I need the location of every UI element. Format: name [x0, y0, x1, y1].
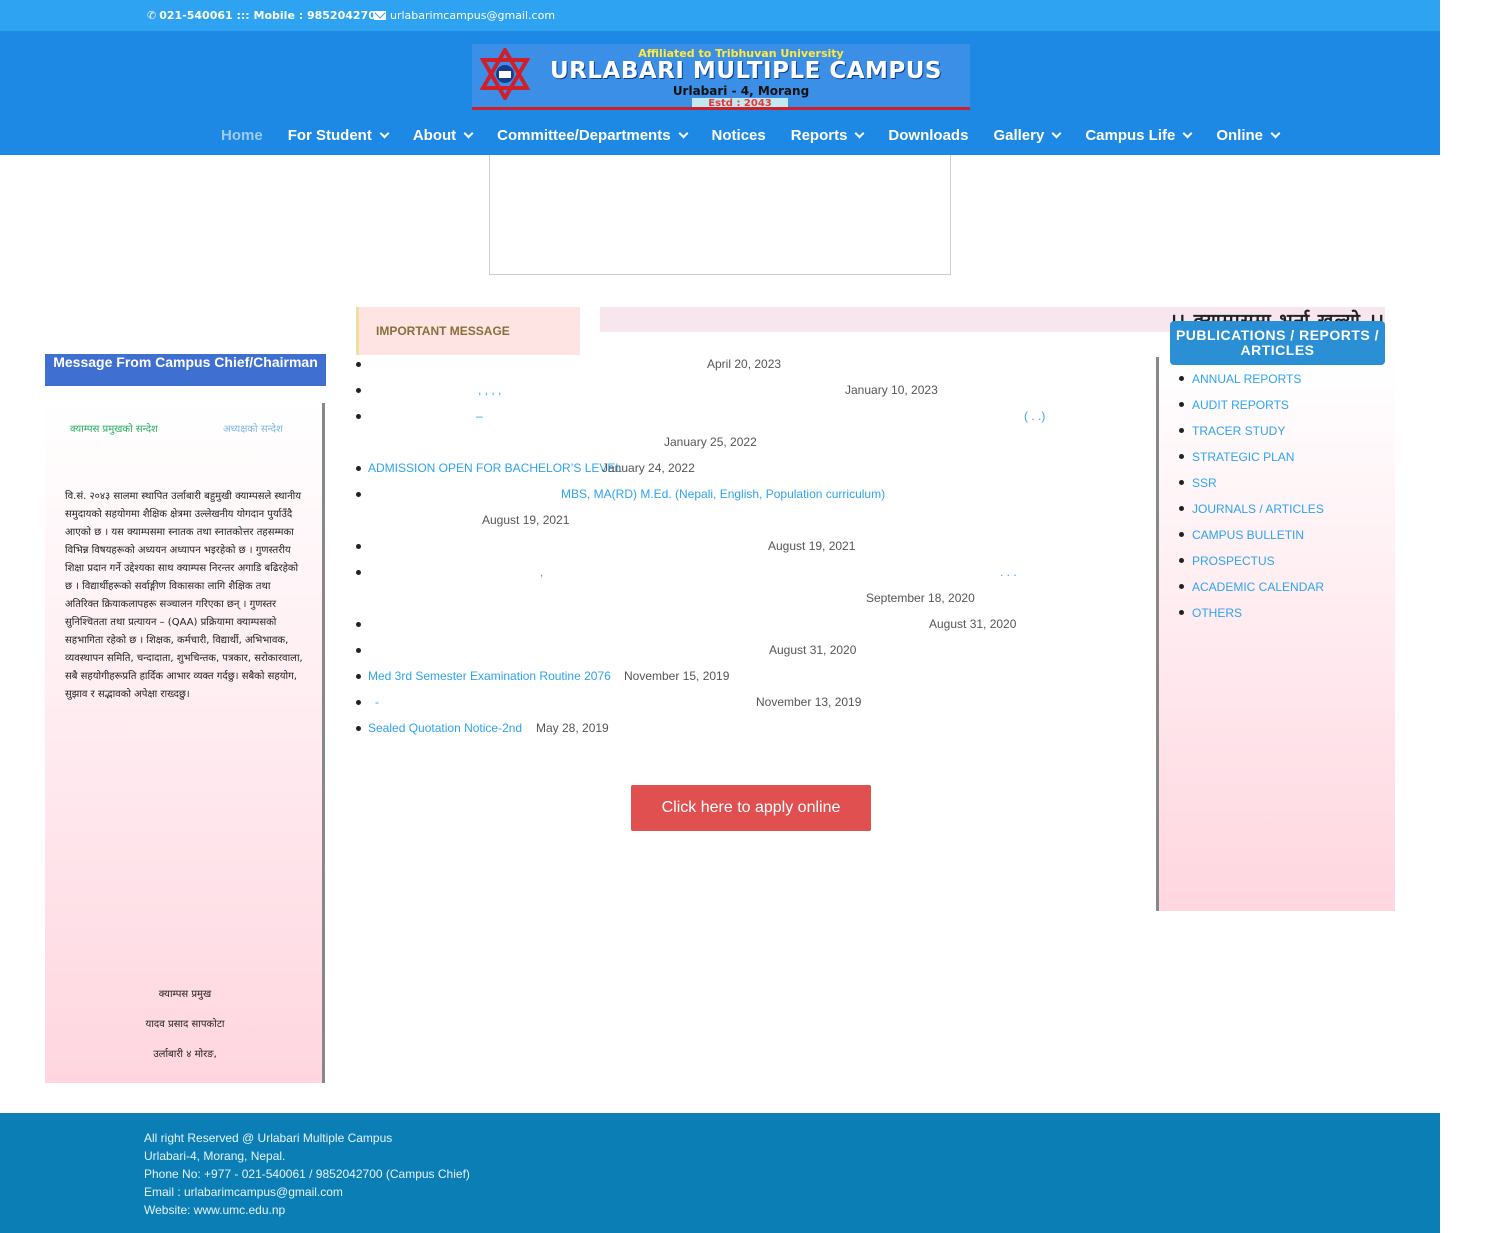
bullet-icon	[356, 622, 361, 627]
chevron-down-icon	[1182, 128, 1193, 139]
bullet-icon	[356, 388, 361, 393]
nav-campus-life[interactable]: Campus Life	[1085, 127, 1193, 144]
notice-link[interactable]: . . .	[1000, 561, 1017, 583]
notice-date: November 13, 2019	[756, 695, 862, 709]
site-footer: All right Reserved @ Urlabari Multiple C…	[0, 1113, 1440, 1233]
site-header: Affiliated to Tribhuvan University URLAB…	[0, 31, 1440, 155]
notice-date: January 24, 2022	[602, 461, 695, 475]
bullet-icon	[356, 414, 361, 419]
publication-item[interactable]: CAMPUS BULLETIN	[1178, 522, 1324, 548]
bullet-icon	[356, 674, 361, 679]
logo-name: URLABARI MULTIPLE CAMPUS	[549, 58, 942, 84]
top-email-text[interactable]: urlabarimcampus@gmail.com	[390, 9, 555, 22]
notice-link[interactable]: ( . .)	[1024, 405, 1045, 427]
notice-date: August 31, 2020	[769, 643, 857, 657]
top-phone-text: 021-540061 ::: Mobile : 9852042700	[159, 9, 384, 22]
publication-item[interactable]: SSR	[1178, 470, 1324, 496]
bullet-icon	[356, 726, 361, 731]
notice-date: April 20, 2023	[707, 357, 782, 371]
bullet-icon	[356, 648, 361, 653]
signature-address: उर्लाबारी ४ मोरङ,	[153, 1049, 217, 1060]
chief-message-text: वि.सं. २०४३ सालमा स्थापित उर्लाबारी बहुम…	[65, 491, 303, 700]
nav-reports[interactable]: Reports	[791, 127, 865, 144]
publication-item[interactable]: STRATEGIC PLAN	[1178, 444, 1324, 470]
top-email[interactable]: urlabarimcampus@gmail.com	[374, 9, 555, 22]
chevron-down-icon	[854, 128, 865, 139]
nav-for-student[interactable]: For Student	[288, 127, 390, 144]
notice-date: January 25, 2022	[664, 435, 757, 449]
envelope-icon	[374, 11, 386, 20]
slider-frame	[489, 155, 951, 275]
publications-list: ANNUAL REPORTS AUDIT REPORTS TRACER STUD…	[1178, 366, 1324, 626]
top-bar: ✆ 021-540061 ::: Mobile : 9852042700 url…	[0, 0, 1440, 31]
footer-info: All right Reserved @ Urlabari Multiple C…	[144, 1129, 470, 1219]
tab-chairman-message[interactable]: अध्यक्षको सन्देश	[223, 424, 283, 436]
bullet-icon	[356, 700, 361, 705]
chevron-down-icon	[1051, 128, 1062, 139]
important-message-label: IMPORTANT MESSAGE	[356, 307, 580, 355]
bullet-icon	[356, 492, 361, 497]
publication-item[interactable]: JOURNALS / ARTICLES	[1178, 496, 1324, 522]
page: { "topbar": { "phone": "021-540061 ::: M…	[0, 0, 1493, 1233]
notice-link[interactable]: ADMISSION OPEN FOR BACHELOR’S LEVEL	[368, 457, 622, 479]
footer-copyright: All right Reserved @ Urlabari Multiple C…	[144, 1131, 393, 1145]
chevron-down-icon	[1270, 128, 1281, 139]
nav-online[interactable]: Online	[1216, 127, 1281, 144]
top-phone: ✆ 021-540061 ::: Mobile : 9852042700	[147, 9, 384, 22]
publication-item[interactable]: AUDIT REPORTS	[1178, 392, 1324, 418]
nav-downloads[interactable]: Downloads	[888, 127, 968, 144]
chevron-down-icon	[678, 128, 688, 139]
notice-date: September 18, 2020	[866, 591, 975, 605]
notice-link[interactable]: Sealed Quotation Notice-2nd	[368, 717, 522, 739]
bullet-icon	[356, 570, 361, 575]
notice-date: May 28, 2019	[536, 721, 609, 735]
publication-item[interactable]: PROSPECTUS	[1178, 548, 1324, 574]
main-nav: Home For Student About Committee/Departm…	[221, 127, 1304, 144]
tab-chief-message[interactable]: क्याम्पस प्रमुखको सन्देश	[70, 424, 165, 436]
notice-link[interactable]: –	[476, 405, 483, 427]
notice-date: August 19, 2021	[482, 513, 570, 527]
notice-link[interactable]: , , , ,	[478, 379, 501, 401]
nav-about[interactable]: About	[413, 127, 474, 144]
bullet-icon	[356, 544, 361, 549]
signature-name: यादव प्रसाद सापकोटा	[145, 1019, 225, 1030]
campus-chief-heading: Message From Campus Chief/Chairman	[45, 354, 326, 386]
nav-notices[interactable]: Notices	[712, 127, 766, 144]
publication-item[interactable]: OTHERS	[1178, 600, 1324, 626]
logo-location: Urlabari - 4, Morang	[672, 84, 810, 98]
chevron-down-icon	[463, 128, 474, 139]
nav-gallery[interactable]: Gallery	[993, 127, 1062, 144]
publication-item[interactable]: ANNUAL REPORTS	[1178, 366, 1324, 392]
publication-item[interactable]: TRACER STUDY	[1178, 418, 1324, 444]
footer-website: Website: www.umc.edu.np	[144, 1203, 286, 1217]
phone-icon: ✆	[147, 9, 157, 22]
publications-heading: PUBLICATIONS / REPORTS / ARTICLES	[1170, 321, 1385, 365]
apply-online-button[interactable]: Click here to apply online	[631, 785, 871, 831]
footer-phone: Phone No: +977 - 021-540061 / 9852042700…	[144, 1167, 470, 1181]
notice-link[interactable]: ,	[540, 561, 543, 583]
bullet-icon	[356, 466, 361, 471]
notice-link[interactable]: MBS, MA(RD) M.Ed. (Nepali, English, Popu…	[561, 483, 885, 505]
footer-address: Urlabari-4, Morang, Nepal.	[144, 1149, 286, 1163]
signature-title: क्याम्पस प्रमुख	[158, 989, 212, 1000]
chevron-down-icon	[379, 128, 390, 139]
site-logo[interactable]: Affiliated to Tribhuvan University URLAB…	[472, 44, 970, 110]
nav-committee-departments[interactable]: Committee/Departments	[497, 127, 688, 144]
nav-home[interactable]: Home	[221, 127, 263, 144]
bullet-icon	[356, 362, 361, 367]
notice-date: August 19, 2021	[768, 539, 856, 553]
publication-item[interactable]: ACADEMIC CALENDAR	[1178, 574, 1324, 600]
notice-link[interactable]: -	[375, 691, 379, 713]
notice-link[interactable]: Med 3rd Semester Examination Routine 207…	[368, 665, 611, 687]
footer-email: Email : urlabarimcampus@gmail.com	[144, 1185, 343, 1199]
logo-estd: Estd : 2043	[692, 98, 788, 107]
notice-date: January 10, 2023	[845, 383, 938, 397]
campus-chief-message-box: क्याम्पस प्रमुखको सन्देश अध्यक्षको सन्दे…	[45, 403, 325, 1083]
notice-date: August 31, 2020	[929, 617, 1017, 631]
notice-date: November 15, 2019	[624, 669, 730, 683]
